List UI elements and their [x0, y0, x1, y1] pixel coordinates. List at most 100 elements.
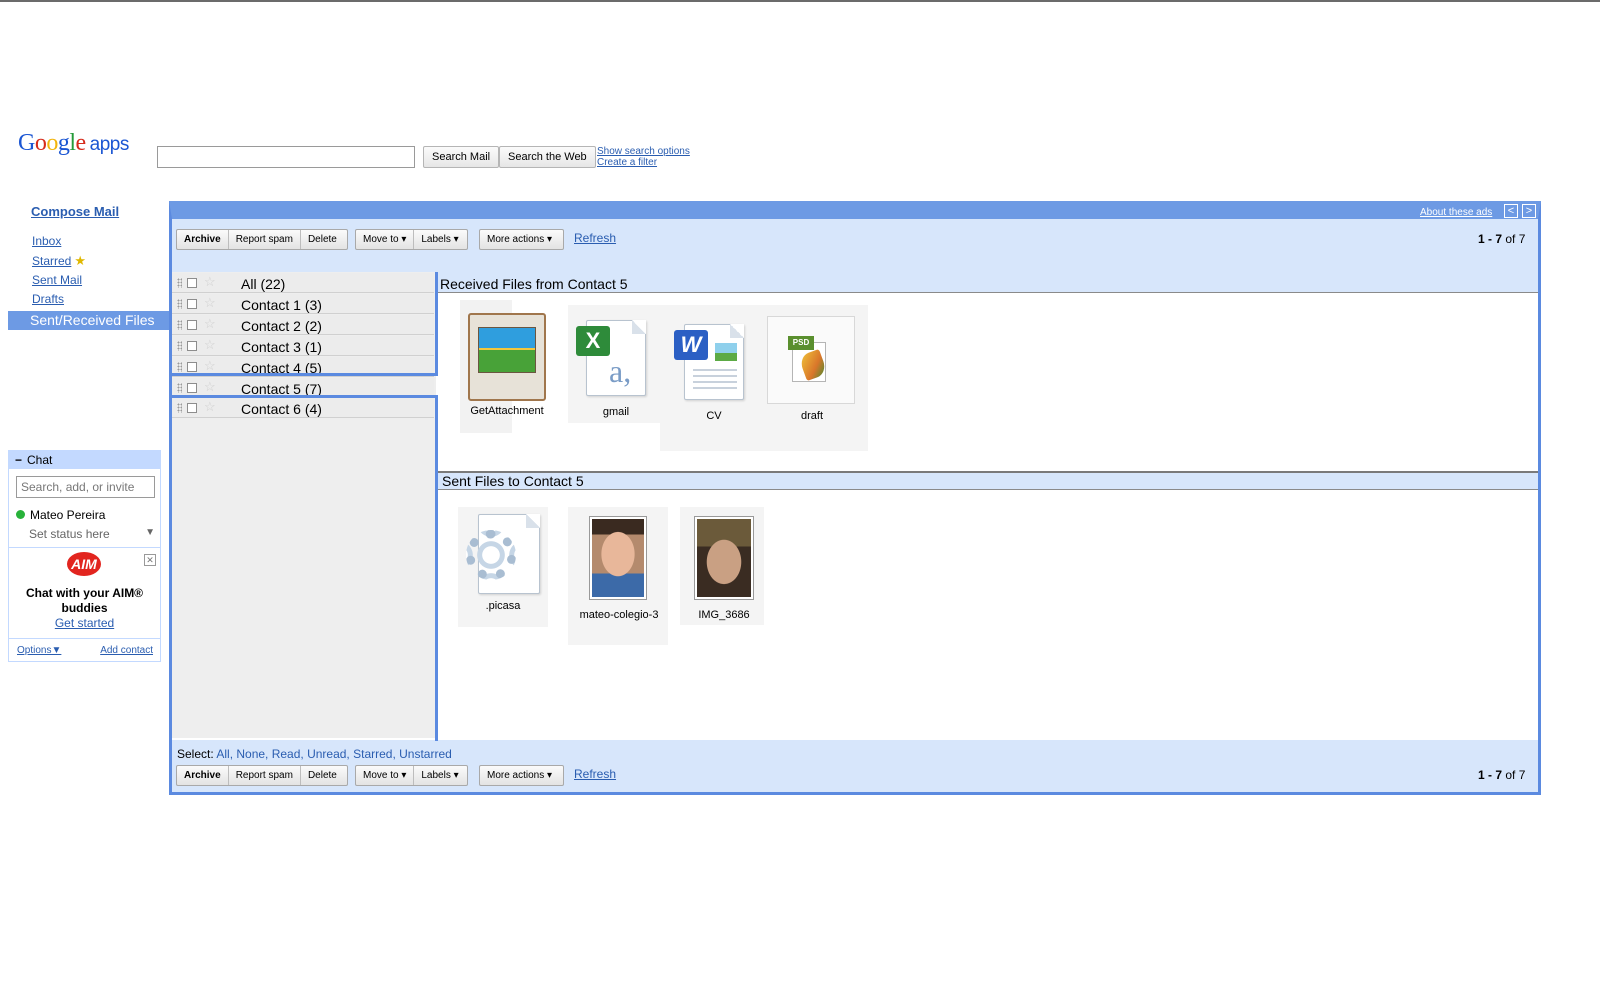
star-icon[interactable]: ☆ [204, 293, 216, 313]
nav-drafts[interactable]: Drafts [32, 292, 64, 306]
star-icon[interactable]: ☆ [204, 272, 216, 292]
list-item[interactable]: ☆ Contact 4 (5) [172, 357, 434, 377]
drag-handle-icon[interactable] [177, 341, 182, 351]
more-actions-group: More actions ▾ [479, 765, 564, 786]
archive-button[interactable]: Archive [177, 766, 229, 785]
checkbox[interactable] [187, 278, 197, 288]
file-item[interactable]: W CV [668, 316, 760, 424]
star-icon[interactable]: ☆ [204, 335, 216, 355]
search-web-button[interactable]: Search the Web [499, 146, 596, 168]
count-range: 1 - 7 [1478, 768, 1503, 782]
add-contact-link[interactable]: Add contact [100, 645, 153, 656]
move-to-button[interactable]: Move to ▾ [356, 766, 415, 785]
star-icon[interactable]: ☆ [204, 377, 216, 397]
select-options-links[interactable]: All, None, Read, Unread, Starred, Unstar… [216, 747, 451, 761]
file-name: .picasa [485, 600, 521, 612]
checkbox[interactable] [187, 383, 197, 393]
file-item[interactable]: a, X gmail [570, 312, 662, 420]
action-button-group: Archive Report spam Delete [176, 765, 348, 786]
drag-handle-icon[interactable] [177, 320, 182, 330]
report-spam-button[interactable]: Report spam [229, 230, 301, 249]
checkbox[interactable] [187, 341, 197, 351]
excel-badge-icon: X [576, 326, 610, 356]
drag-handle-icon[interactable] [177, 299, 182, 309]
list-item[interactable]: ☆ Contact 6 (4) [172, 398, 434, 418]
search-input[interactable] [157, 146, 415, 168]
image-file-icon [468, 313, 546, 401]
contact-label: Contact 4 (5) [241, 360, 322, 376]
about-ads-link[interactable]: About these ads [1420, 207, 1492, 218]
nav-starred[interactable]: Starred ★ [32, 253, 86, 269]
contact-list: ☆ All (22) ☆ Contact 1 (3) ☆ Contact 2 (… [172, 272, 436, 738]
file-item[interactable]: PSD draft [766, 316, 858, 424]
refresh-link[interactable]: Refresh [574, 767, 616, 781]
report-spam-button[interactable]: Report spam [229, 766, 301, 785]
list-item[interactable]: ☆ Contact 3 (1) [172, 336, 434, 356]
chat-status-selector[interactable]: Set status here ▼ [29, 527, 155, 541]
star-icon[interactable]: ☆ [204, 397, 216, 417]
gear-icon [466, 530, 516, 580]
search-links: Show search options Create a filter [597, 146, 690, 168]
nav-starred-label[interactable]: Starred [32, 254, 71, 268]
star-icon: ★ [74, 253, 87, 268]
file-item[interactable]: GetAttachment [458, 303, 556, 423]
labels-button[interactable]: Labels ▾ [414, 230, 465, 249]
move-to-button[interactable]: Move to ▾ [356, 230, 415, 249]
delete-button[interactable]: Delete [301, 230, 344, 249]
more-actions-button[interactable]: More actions ▾ [480, 230, 559, 249]
nav-sent-mail[interactable]: Sent Mail [32, 273, 82, 287]
delete-button[interactable]: Delete [301, 766, 344, 785]
star-icon[interactable]: ☆ [204, 356, 216, 376]
star-icon[interactable]: ☆ [204, 314, 216, 334]
list-item[interactable]: ☆ Contact 2 (2) [172, 315, 434, 335]
list-item[interactable]: ☆ All (22) [172, 273, 434, 293]
file-name: GetAttachment [470, 405, 544, 417]
google-apps-logo[interactable]: Google apps [18, 130, 129, 157]
drag-handle-icon[interactable] [177, 362, 182, 372]
photo-thumbnail [694, 516, 754, 600]
file-item[interactable]: .picasa [458, 510, 548, 620]
chat-header[interactable]: − Chat [9, 451, 160, 469]
aim-get-started-link[interactable]: Get started [9, 616, 160, 630]
list-item[interactable]: ☆ Contact 1 (3) [172, 294, 434, 314]
refresh-link[interactable]: Refresh [574, 231, 616, 245]
more-actions-button[interactable]: More actions ▾ [480, 766, 559, 785]
file-item[interactable]: IMG_3686 [684, 516, 764, 628]
chat-search-input[interactable]: Search, add, or invite [16, 476, 155, 498]
previous-ad-button[interactable]: < [1504, 204, 1518, 218]
sent-section-header [438, 473, 1538, 490]
file-name: CV [706, 410, 722, 422]
nav-inbox[interactable]: Inbox [32, 234, 61, 248]
close-icon[interactable]: ✕ [144, 554, 156, 566]
next-ad-button[interactable]: > [1522, 204, 1536, 218]
chat-user[interactable]: Mateo Pereira [16, 508, 105, 522]
count-total: of 7 [1505, 232, 1526, 246]
document-letter: a, [609, 353, 632, 389]
archive-button[interactable]: Archive [177, 230, 229, 249]
drag-handle-icon[interactable] [177, 403, 182, 413]
chat-panel: − Chat Search, add, or invite Mateo Perei… [8, 450, 161, 662]
compose-mail-link[interactable]: Compose Mail [31, 204, 119, 219]
divider [438, 292, 1538, 293]
sent-files-title: Sent Files to Contact 5 [442, 473, 584, 489]
labels-button[interactable]: Labels ▾ [414, 766, 465, 785]
file-item[interactable]: mateo-colegio-3 [572, 516, 666, 628]
checkbox[interactable] [187, 299, 197, 309]
checkbox[interactable] [187, 362, 197, 372]
drag-handle-icon[interactable] [177, 278, 182, 288]
nav-sent-received-files[interactable]: Sent/Received Files [8, 311, 170, 330]
aim-logo-icon: AIM [67, 552, 101, 576]
checkbox[interactable] [187, 403, 197, 413]
search-mail-button[interactable]: Search Mail [423, 146, 500, 168]
create-filter-link[interactable]: Create a filter [597, 157, 690, 168]
contact-label: Contact 5 (7) [241, 381, 322, 397]
collapse-icon[interactable]: − [15, 451, 27, 469]
chat-options-link[interactable]: Options▼ [17, 645, 61, 656]
dropdown-arrow-icon: ▼ [145, 527, 155, 538]
drag-handle-icon[interactable] [177, 383, 182, 393]
list-item[interactable]: ☆ Contact 5 (7) [172, 378, 434, 398]
checkbox[interactable] [187, 320, 197, 330]
aim-promo-text: Chat with your AIM® buddies [25, 586, 144, 615]
message-count: 1 - 7 of 7 [1478, 232, 1525, 246]
show-search-options-link[interactable]: Show search options [597, 146, 690, 157]
